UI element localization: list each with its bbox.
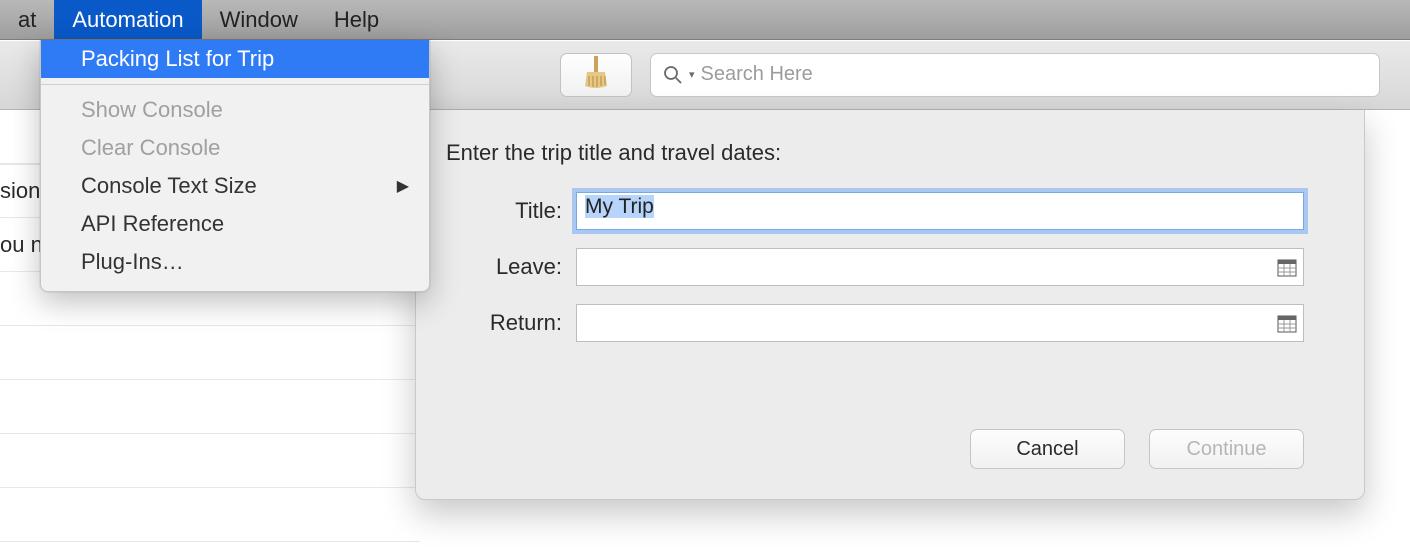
- menu-item-api-reference[interactable]: API Reference: [41, 205, 429, 243]
- return-field[interactable]: [576, 304, 1304, 342]
- list-item[interactable]: [0, 488, 420, 542]
- cancel-button[interactable]: Cancel: [970, 429, 1125, 469]
- leave-label: Leave:: [446, 254, 576, 280]
- menu-item-label: Clear Console: [81, 135, 220, 161]
- dialog-prompt: Enter the trip title and travel dates:: [446, 140, 1304, 166]
- menu-item-clear-console: Clear Console: [41, 129, 429, 167]
- menubar: at Automation Window Help: [0, 0, 1410, 40]
- dialog-buttons: Cancel Continue: [970, 429, 1304, 469]
- menu-item-label: Plug-Ins…: [81, 249, 184, 275]
- menubar-item-help[interactable]: Help: [316, 0, 397, 39]
- chevron-down-icon: ▾: [689, 68, 695, 81]
- trip-dialog: Enter the trip title and travel dates: T…: [415, 110, 1365, 500]
- menu-item-packing-list[interactable]: Packing List for Trip: [41, 40, 429, 78]
- menubar-item-automation[interactable]: Automation: [54, 0, 201, 39]
- submenu-arrow-icon: ▶: [397, 176, 409, 196]
- title-label: Title:: [446, 198, 576, 224]
- menu-item-show-console: Show Console: [41, 91, 429, 129]
- automation-menu-dropdown: Packing List for Trip Show Console Clear…: [40, 40, 430, 292]
- menu-item-label: Show Console: [81, 97, 223, 123]
- calendar-icon[interactable]: [1276, 256, 1298, 278]
- continue-button: Continue: [1149, 429, 1304, 469]
- title-field[interactable]: My Trip: [576, 192, 1304, 230]
- list-item[interactable]: [0, 380, 420, 434]
- search-field[interactable]: ▾: [650, 53, 1380, 97]
- title-value: My Trip: [585, 195, 654, 218]
- search-input[interactable]: [701, 63, 1367, 86]
- calendar-icon[interactable]: [1276, 312, 1298, 334]
- search-icon: [663, 65, 683, 85]
- menu-item-label: Console Text Size: [81, 173, 257, 199]
- list-item[interactable]: [0, 326, 420, 380]
- menu-item-plug-ins[interactable]: Plug-Ins…: [41, 243, 429, 281]
- return-label: Return:: [446, 310, 576, 336]
- menu-item-label: Packing List for Trip: [81, 46, 274, 72]
- menu-item-label: API Reference: [81, 211, 224, 237]
- menubar-item-truncated[interactable]: at: [0, 0, 54, 39]
- leave-field[interactable]: [576, 248, 1304, 286]
- menubar-item-window[interactable]: Window: [202, 0, 316, 39]
- menu-separator: [41, 84, 429, 85]
- cleanup-button[interactable]: [560, 53, 632, 97]
- brush-icon: [583, 56, 609, 93]
- list-item[interactable]: [0, 434, 420, 488]
- menu-item-console-text-size[interactable]: Console Text Size ▶: [41, 167, 429, 205]
